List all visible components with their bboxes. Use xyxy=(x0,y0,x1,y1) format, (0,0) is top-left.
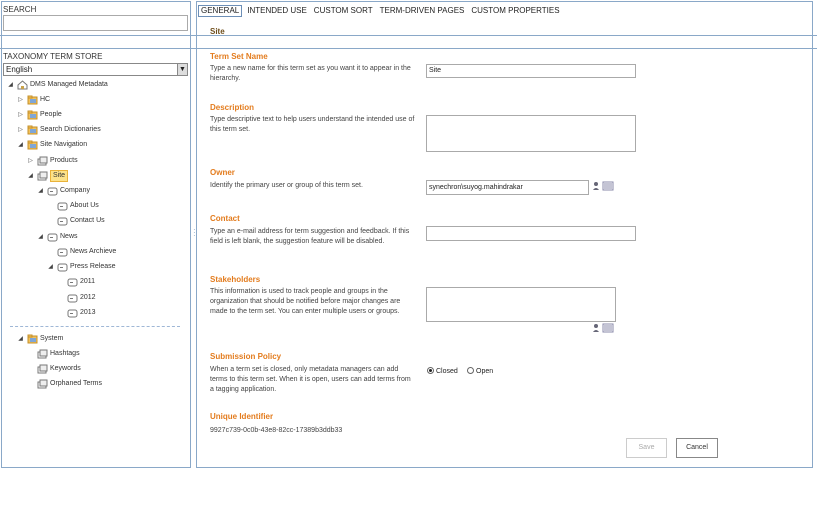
tree-separator xyxy=(10,326,180,327)
tree-node-label[interactable]: Search Dictionaries xyxy=(40,124,101,136)
collapse-arrow-icon[interactable]: ◢ xyxy=(47,261,54,273)
tab-custom-sort[interactable]: CUSTOM SORT xyxy=(312,6,375,16)
cancel-button[interactable]: Cancel xyxy=(676,438,718,458)
group-icon xyxy=(27,95,38,105)
store-icon xyxy=(17,80,28,90)
owner-desc: Identify the primary user or group of th… xyxy=(210,182,363,189)
people-picker-icon[interactable] xyxy=(592,181,614,191)
term-icon xyxy=(47,232,58,242)
expand-arrow-icon[interactable]: ▷ xyxy=(27,155,34,167)
tree-node-label[interactable]: System xyxy=(40,333,63,345)
divider xyxy=(0,35,817,36)
radio-closed[interactable]: Closed xyxy=(427,367,458,377)
divider xyxy=(0,48,817,49)
tree-node-label[interactable]: Contact Us xyxy=(70,215,105,227)
tree-node-label[interactable]: 2011 xyxy=(80,276,95,288)
tree-node-label[interactable]: HC xyxy=(40,94,50,106)
tree-node-label[interactable]: 2012 xyxy=(80,292,96,304)
term-icon xyxy=(57,201,68,211)
language-select[interactable]: English ▼ xyxy=(3,63,188,76)
stakeholders-heading: Stakeholders xyxy=(210,275,261,284)
group-icon xyxy=(27,110,38,120)
termset-icon xyxy=(37,379,48,389)
expand-arrow-icon[interactable]: ▷ xyxy=(17,94,24,106)
tree-node-label[interactable]: Keywords xyxy=(50,363,81,375)
radio-open[interactable]: Open xyxy=(467,367,493,377)
tree-node-label[interactable]: Company xyxy=(60,185,90,197)
collapse-arrow-icon[interactable]: ◢ xyxy=(37,185,44,197)
collapse-arrow-icon[interactable]: ◢ xyxy=(17,333,24,345)
submission-policy-desc: When a term set is closed, only metadata… xyxy=(210,366,411,393)
submission-policy-heading: Submission Policy xyxy=(210,352,282,361)
tree-node-label[interactable]: Site Navigation xyxy=(40,139,87,151)
tree-node-label[interactable]: Site xyxy=(50,170,69,182)
radio-open-dot[interactable] xyxy=(467,367,474,374)
tree-node-label[interactable]: News Archieve xyxy=(70,246,116,258)
group-icon xyxy=(27,140,38,150)
term-icon xyxy=(57,247,68,257)
splitter-handle[interactable]: · · · xyxy=(193,226,196,240)
term-set-name-input[interactable]: Site xyxy=(426,64,636,78)
term-set-name-desc: Type a new name for this term set as you… xyxy=(210,65,411,82)
tree-node-label[interactable]: Products xyxy=(50,155,78,167)
owner-input[interactable]: synechron\suyog.mahindrakar xyxy=(426,180,589,195)
tree-node-label[interactable]: Press Release xyxy=(70,261,116,273)
termset-icon xyxy=(37,171,48,181)
term-icon xyxy=(67,277,78,287)
description-heading: Description xyxy=(210,103,255,112)
tree-node-label[interactable]: 2013 xyxy=(80,307,96,319)
contact-input[interactable] xyxy=(426,226,636,241)
tab-term-driven-pages[interactable]: TERM-DRIVEN PAGES xyxy=(378,6,467,16)
tab-intended-use[interactable]: INTENDED USE xyxy=(245,6,309,16)
collapse-arrow-icon[interactable]: ◢ xyxy=(37,231,44,243)
description-desc: Type descriptive text to help users unde… xyxy=(210,116,415,133)
unique-id-value: 9927c739-0c0b-43e8-82cc-17389b3ddb33 xyxy=(210,427,343,434)
collapse-arrow-icon[interactable]: ◢ xyxy=(7,79,14,91)
contact-desc: Type an e-mail address for term suggesti… xyxy=(210,228,410,245)
tab-general[interactable]: GENERAL xyxy=(198,5,243,17)
term-icon xyxy=(57,262,68,272)
tree-node-label[interactable]: About Us xyxy=(70,200,99,212)
contact-heading: Contact xyxy=(210,214,240,223)
term-icon xyxy=(67,308,78,318)
group-icon xyxy=(27,125,38,135)
people-picker-icon[interactable] xyxy=(592,323,614,333)
expand-arrow-icon[interactable]: ▷ xyxy=(17,124,24,136)
tree-node-label[interactable]: DMS Managed Metadata xyxy=(30,79,108,91)
tab-bar: GENERAL INTENDED USE CUSTOM SORT TERM-DRIVE… xyxy=(198,5,565,17)
term-icon xyxy=(67,293,78,303)
tree-node-label[interactable]: News xyxy=(60,231,78,243)
termset-icon xyxy=(37,349,48,359)
chevron-down-icon[interactable]: ▼ xyxy=(177,64,187,75)
stakeholders-desc: This information is used to track people… xyxy=(210,288,401,315)
save-button[interactable]: Save xyxy=(626,438,667,458)
radio-closed-dot[interactable] xyxy=(427,367,434,374)
collapse-arrow-icon[interactable]: ◢ xyxy=(17,139,24,151)
term-set-name-heading: Term Set Name xyxy=(210,52,268,61)
description-input[interactable] xyxy=(426,115,636,152)
search-input[interactable] xyxy=(3,15,188,31)
termset-icon xyxy=(37,156,48,166)
tree-node-label[interactable]: Orphaned Terms xyxy=(50,378,102,390)
tab-custom-properties[interactable]: CUSTOM PROPERTIES xyxy=(469,6,561,16)
owner-heading: Owner xyxy=(210,168,235,177)
stakeholders-input[interactable] xyxy=(426,287,616,322)
term-store-label: TAXONOMY TERM STORE xyxy=(3,52,103,61)
expand-arrow-icon[interactable]: ▷ xyxy=(17,109,24,121)
term-icon xyxy=(47,186,58,196)
collapse-arrow-icon[interactable]: ◢ xyxy=(27,170,34,182)
tree-node-label[interactable]: Hashtags xyxy=(50,348,80,360)
unique-id-heading: Unique Identifier xyxy=(210,412,274,421)
group-icon xyxy=(27,334,38,344)
term-icon xyxy=(57,216,68,226)
termset-icon xyxy=(37,364,48,374)
tree-node-label[interactable]: People xyxy=(40,109,62,121)
page-title: Site xyxy=(210,27,225,36)
search-label: SEARCH xyxy=(3,5,37,14)
language-value: English xyxy=(6,65,33,74)
